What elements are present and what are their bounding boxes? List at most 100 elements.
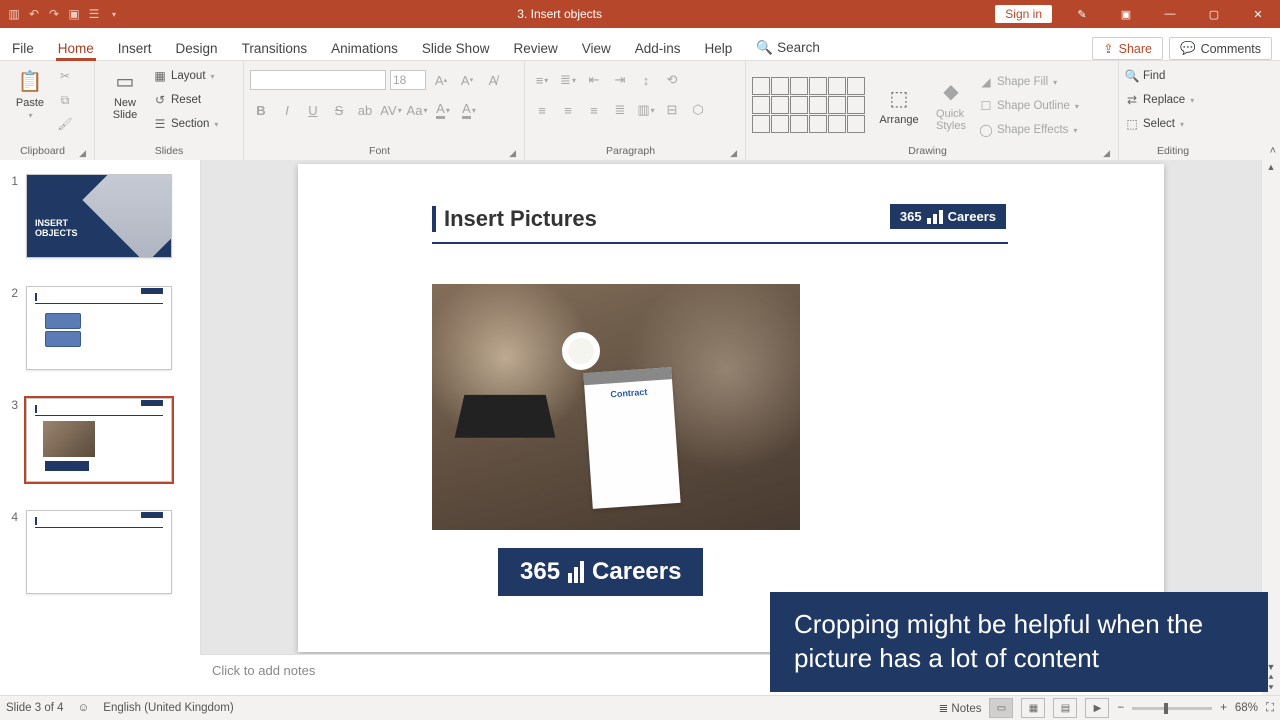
simplify-ribbon-icon[interactable]: ✎ [1060,0,1104,28]
sorter-view-button[interactable]: ▦ [1021,698,1045,718]
tab-home[interactable]: Home [46,35,106,60]
text-direction-button[interactable]: ⟲ [661,69,683,91]
quick-styles-button[interactable]: ◆Quick Styles [927,76,975,134]
shapes-gallery[interactable] [752,77,865,133]
qat-undo-icon[interactable]: ↶ [24,4,44,24]
qat-slideshow-icon[interactable]: ▣ [64,4,84,24]
clear-formatting-button[interactable]: A̸ [482,69,504,91]
next-slide-icon[interactable]: ⯆ [1267,683,1274,694]
reset-button[interactable]: ↺Reset [153,91,218,109]
tab-file[interactable]: File [0,35,46,60]
thumb-slide-3[interactable] [26,398,172,482]
highlight-button[interactable]: A▾ [432,99,454,121]
tab-search[interactable]: 🔍Search [744,34,832,60]
ribbon-tabs: File Home Insert Design Transitions Anim… [0,28,1280,61]
thumb-slide-4[interactable] [26,510,172,594]
shape-outline-button[interactable]: ☐Shape Outline▾ [979,97,1079,115]
normal-view-button[interactable]: ▭ [989,698,1013,718]
columns-button[interactable]: ▥▾ [635,99,657,121]
collapse-ribbon-button[interactable]: ˄ [1270,145,1276,157]
minimize-button[interactable]: — [1148,0,1192,28]
align-right-button[interactable]: ≡ [583,99,605,121]
format-painter-button[interactable]: 🖌 [58,115,72,133]
align-text-button[interactable]: ⊟ [661,99,683,121]
paragraph-dialog-launcher[interactable]: ◢ [730,148,737,159]
underline-button[interactable]: U [302,99,324,121]
display-options-icon[interactable]: ▣ [1104,0,1148,28]
tab-slideshow[interactable]: Slide Show [410,35,502,60]
shape-effects-button[interactable]: ◯Shape Effects▾ [979,121,1079,139]
paste-button[interactable]: 📋 Paste ▾ [6,65,54,122]
status-language[interactable]: English (United Kingdom) [103,702,233,714]
shadow-button[interactable]: ab [354,99,376,121]
sign-in-button[interactable]: Sign in [995,5,1052,23]
thumb-slide-1[interactable]: INSERT OBJECTS [26,174,172,258]
clipboard-dialog-launcher[interactable]: ◢ [79,148,86,159]
share-button[interactable]: ⇪Share [1092,37,1163,60]
zoom-out-button[interactable]: − [1117,702,1124,714]
thumb-slide-2[interactable] [26,286,172,370]
arrange-button[interactable]: ⬚Arrange [875,82,923,128]
tab-view[interactable]: View [570,35,623,60]
zoom-level[interactable]: 68% [1235,702,1258,714]
layout-button[interactable]: ▦Layout▾ [153,67,218,85]
slide-thumbnails-panel[interactable]: 1 INSERT OBJECTS 2 3 4 [0,160,201,696]
font-name-input[interactable] [250,70,386,90]
char-spacing-button[interactable]: AV▾ [380,99,402,121]
tab-transitions[interactable]: Transitions [230,35,320,60]
select-button[interactable]: ⬚Select▾ [1125,115,1194,133]
copy-button[interactable]: ⧉ [58,91,72,109]
numbering-button[interactable]: ≣▾ [557,69,579,91]
tab-insert[interactable]: Insert [106,35,164,60]
notes-toggle[interactable]: ≣ Notes [939,701,982,715]
strike-button[interactable]: S [328,99,350,121]
align-center-button[interactable]: ≡ [557,99,579,121]
slideshow-view-button[interactable]: ▶ [1085,698,1109,718]
comments-button[interactable]: 💬Comments [1169,37,1272,60]
font-dialog-launcher[interactable]: ◢ [509,148,516,159]
italic-button[interactable]: I [276,99,298,121]
tab-design[interactable]: Design [164,35,230,60]
zoom-slider[interactable] [1132,707,1212,710]
current-slide[interactable]: Insert Pictures 365 Careers 365 Careers … [298,164,1164,652]
qat-redo-icon[interactable]: ↷ [44,4,64,24]
replace-button[interactable]: ⇄Replace▾ [1125,91,1194,109]
find-button[interactable]: 🔍Find [1125,67,1194,85]
close-button[interactable]: ✕ [1236,0,1280,28]
justify-button[interactable]: ≣ [609,99,631,121]
decrease-indent-button[interactable]: ⇤ [583,69,605,91]
bullets-button[interactable]: ≡▾ [531,69,553,91]
line-spacing-button[interactable]: ↕ [635,69,657,91]
new-slide-button[interactable]: ▭ New Slide [101,65,149,123]
slide-title[interactable]: Insert Pictures [432,206,597,232]
font-color-button[interactable]: A▾ [458,99,480,121]
tab-review[interactable]: Review [501,35,569,60]
bold-button[interactable]: B [250,99,272,121]
align-left-button[interactable]: ≡ [531,99,553,121]
section-button[interactable]: ☰Section▾ [153,115,218,133]
tab-help[interactable]: Help [693,35,745,60]
tab-animations[interactable]: Animations [319,35,410,60]
qat-customize-icon[interactable]: ▾ [104,4,124,24]
shape-fill-button[interactable]: ◢Shape Fill▾ [979,73,1079,91]
tab-addins[interactable]: Add-ins [623,35,693,60]
accessibility-icon[interactable]: ☺ [78,702,90,714]
cut-button[interactable]: ✂ [58,67,72,85]
maximize-button[interactable]: ▢ [1192,0,1236,28]
inserted-picture[interactable] [432,284,800,530]
qat-save-icon[interactable]: ▥ [4,4,24,24]
fit-to-window-button[interactable]: ⛶ [1266,702,1274,715]
zoom-in-button[interactable]: + [1220,702,1227,714]
decrease-font-button[interactable]: A▾ [456,69,478,91]
font-size-input[interactable] [390,70,426,90]
smartart-button[interactable]: ⬡ [687,99,709,121]
increase-indent-button[interactable]: ⇥ [609,69,631,91]
reading-view-button[interactable]: ▤ [1053,698,1077,718]
brand-logo-large[interactable]: 365 Careers [498,548,703,596]
qat-touch-icon[interactable]: ☰ [84,4,104,24]
increase-font-button[interactable]: A▴ [430,69,452,91]
scroll-up-icon[interactable]: ▲ [1267,162,1276,172]
drawing-dialog-launcher[interactable]: ◢ [1103,148,1110,159]
prev-slide-icon[interactable]: ⯅ [1267,672,1274,683]
change-case-button[interactable]: Aa▾ [406,99,428,121]
